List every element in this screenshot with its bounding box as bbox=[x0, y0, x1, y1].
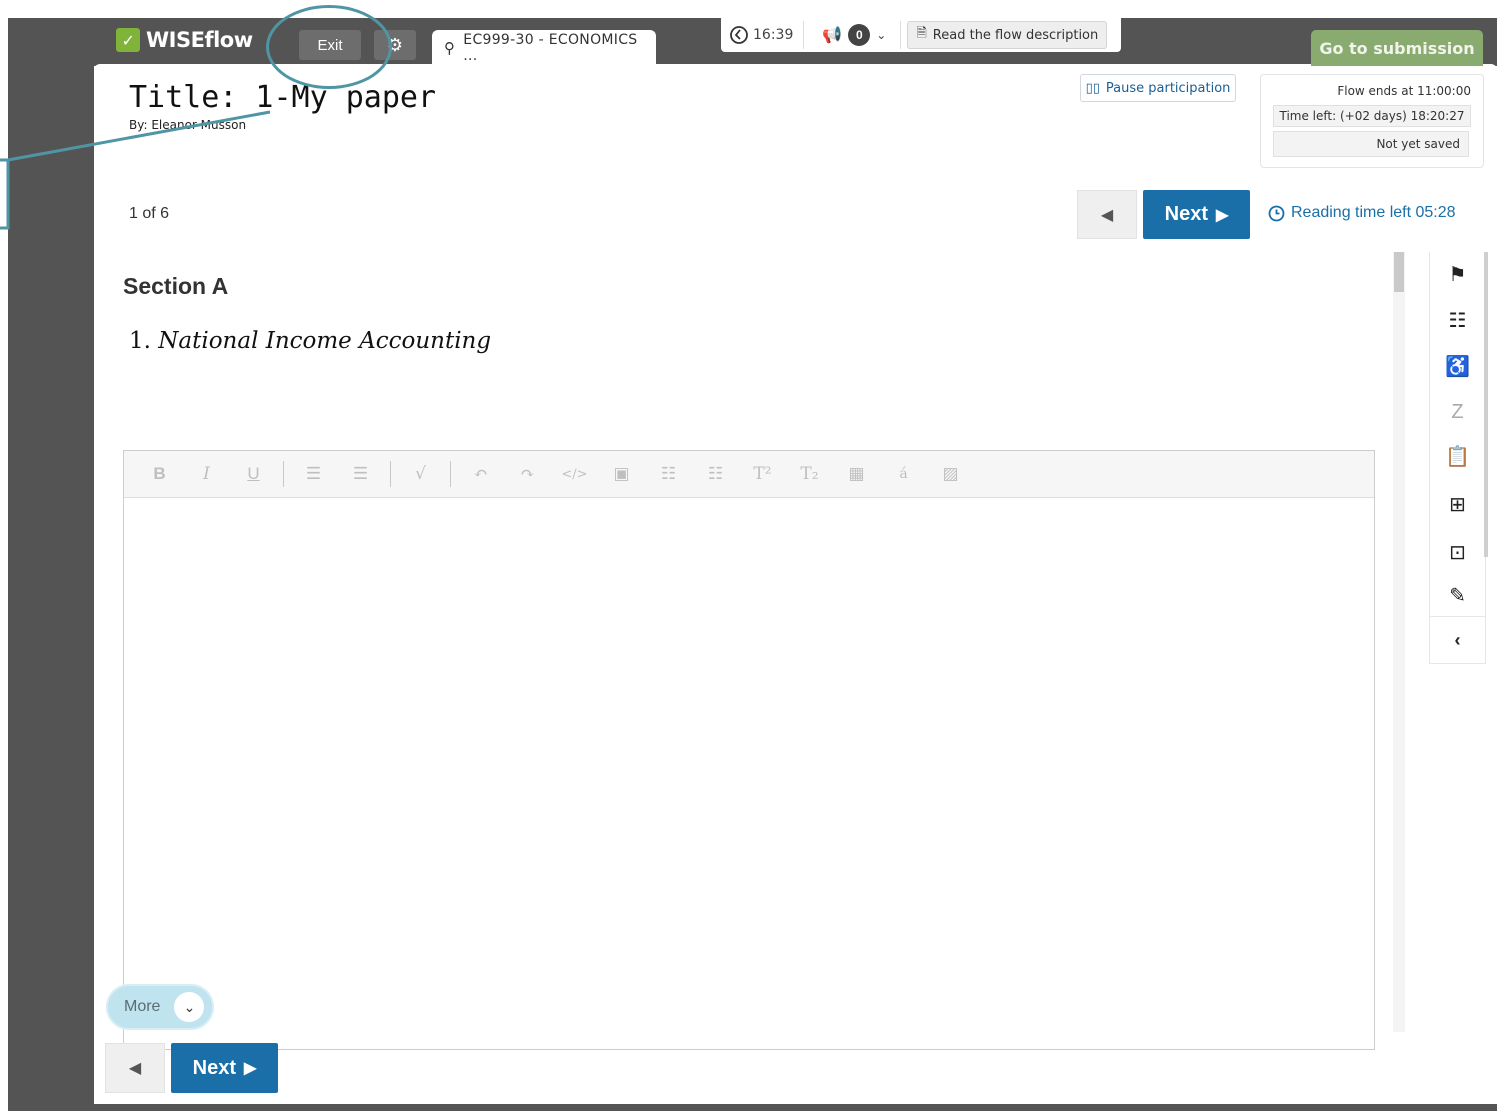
clock: 16:39 bbox=[721, 25, 803, 45]
code-icon[interactable]: </> bbox=[551, 456, 598, 492]
content-scrollbar[interactable] bbox=[1393, 252, 1405, 1032]
underline-icon[interactable]: U bbox=[230, 456, 277, 492]
next-label: Next bbox=[1164, 203, 1209, 225]
previous-button-bottom[interactable]: ◀ bbox=[105, 1043, 165, 1093]
caret-right-icon: ▶ bbox=[1216, 206, 1229, 224]
search-note-icon[interactable]: ⊡ bbox=[1430, 532, 1485, 572]
bottom-frame bbox=[94, 1104, 1497, 1111]
editor-toolbar: B I U ☰ ☰ √ ↶ ↷ </> ▣ ☷ ☷ T² T₂ ▦ á ▨ bbox=[124, 451, 1374, 498]
redo-icon[interactable]: ↷ bbox=[504, 456, 551, 492]
previous-button[interactable]: ◀ bbox=[1077, 190, 1137, 239]
section-heading: Section A bbox=[123, 273, 229, 299]
flow-tab-label: EC999-30 - ECONOMICS ... bbox=[463, 32, 638, 64]
bullet-list-icon[interactable]: ☷ bbox=[645, 456, 692, 492]
flag-icon[interactable]: ⚑ bbox=[1430, 254, 1485, 294]
next-button-bottom[interactable]: Next ▶ bbox=[171, 1043, 278, 1093]
pause-label: Pause participation bbox=[1105, 80, 1231, 96]
next-label: Next bbox=[192, 1056, 237, 1079]
annotation-line bbox=[0, 110, 271, 230]
clipboard-icon[interactable]: 📋 bbox=[1430, 436, 1485, 476]
italic-icon[interactable]: I bbox=[183, 456, 230, 492]
superscript-icon[interactable]: T² bbox=[739, 456, 786, 492]
reading-time-text: Reading time left 05:28 bbox=[1291, 204, 1456, 221]
pen-icon[interactable]: ✎ bbox=[1430, 580, 1485, 610]
subscript-icon[interactable]: T₂ bbox=[786, 456, 833, 492]
toolbar-divider bbox=[450, 461, 451, 487]
flow-ends-text: Flow ends at 11:00:00 bbox=[1337, 84, 1471, 98]
notification-count: 0 bbox=[848, 24, 871, 46]
clock-time: 16:39 bbox=[753, 27, 794, 43]
time-status-box: Flow ends at 11:00:00 Time left: (+02 da… bbox=[1260, 74, 1484, 168]
chevron-down-icon: ⌄ bbox=[174, 992, 205, 1022]
undo-icon[interactable]: ↶ bbox=[457, 456, 504, 492]
toolbar-divider bbox=[283, 461, 284, 487]
go-to-submission-button[interactable]: Go to submission bbox=[1311, 30, 1483, 66]
translate-icon[interactable]: Z bbox=[1430, 392, 1485, 432]
content-scrollbar-thumb[interactable] bbox=[1394, 252, 1404, 292]
clock-icon bbox=[730, 26, 748, 44]
question-heading: 1. National Income Accounting bbox=[129, 328, 491, 354]
embed-icon[interactable]: ▣ bbox=[598, 456, 645, 492]
question-number: 1. bbox=[129, 328, 151, 354]
table-icon[interactable]: ▦ bbox=[833, 456, 880, 492]
indent-icon[interactable]: ☰ bbox=[290, 456, 337, 492]
numbered-list-icon[interactable]: ☷ bbox=[692, 456, 739, 492]
status-panel: 16:39 📢 0 ⌄ 🗎 Read the flow description bbox=[721, 18, 1121, 52]
reading-time-left: Reading time left 05:28 bbox=[1268, 204, 1456, 222]
toolbar-divider bbox=[390, 461, 391, 487]
caret-left-icon: ◀ bbox=[1100, 206, 1114, 224]
outdent-icon[interactable]: ☰ bbox=[337, 456, 384, 492]
notifications-button[interactable]: 📢 0 ⌄ bbox=[804, 24, 900, 46]
more-label: More bbox=[124, 998, 161, 1015]
flow-key-icon: ⚲ bbox=[444, 39, 456, 57]
special-character-icon[interactable]: á bbox=[880, 456, 927, 492]
pause-icon: ▯▯ bbox=[1085, 80, 1100, 96]
more-button[interactable]: More ⌄ bbox=[106, 984, 214, 1030]
clock-icon bbox=[1268, 205, 1285, 221]
read-flow-label: Read the flow description bbox=[932, 27, 1099, 43]
flow-tab[interactable]: ⚲ EC999-30 - ECONOMICS ... bbox=[432, 30, 656, 66]
megaphone-icon: 📢 bbox=[822, 27, 843, 44]
accessibility-icon[interactable]: ♿ bbox=[1430, 346, 1485, 386]
image-icon[interactable]: ▨ bbox=[927, 456, 974, 492]
chevron-down-icon: ⌄ bbox=[876, 28, 887, 42]
answer-editor[interactable]: B I U ☰ ☰ √ ↶ ↷ </> ▣ ☷ ☷ T² T₂ ▦ á ▨ bbox=[123, 450, 1375, 1050]
next-button[interactable]: Next ▶ bbox=[1143, 190, 1250, 239]
save-status: Not yet saved bbox=[1273, 131, 1469, 157]
tool-rail: ⚑ ☷ ♿ Z 📋 ⊞ ⊡ ✎ ‹ bbox=[1429, 252, 1488, 664]
bold-icon[interactable]: B bbox=[136, 456, 183, 492]
math-icon[interactable]: √ bbox=[397, 456, 444, 492]
document-icon: 🗎 bbox=[916, 26, 927, 41]
question-title: National Income Accounting bbox=[158, 328, 492, 354]
divider bbox=[900, 21, 902, 49]
checklist-icon[interactable]: ☷ bbox=[1430, 300, 1485, 340]
caret-right-icon: ▶ bbox=[244, 1060, 257, 1077]
pause-participation-button[interactable]: ▯▯ Pause participation bbox=[1080, 74, 1236, 102]
add-note-icon[interactable]: ⊞ bbox=[1430, 484, 1485, 524]
chevron-left-icon: ‹ bbox=[1454, 630, 1461, 650]
read-flow-description-button[interactable]: 🗎 Read the flow description bbox=[907, 21, 1108, 49]
caret-left-icon: ◀ bbox=[128, 1060, 142, 1077]
page-counter: 1 of 6 bbox=[129, 205, 170, 222]
collapse-rail-button[interactable]: ‹ bbox=[1430, 616, 1485, 664]
time-left-text: Time left: (+02 days) 18:20:27 bbox=[1273, 105, 1471, 127]
